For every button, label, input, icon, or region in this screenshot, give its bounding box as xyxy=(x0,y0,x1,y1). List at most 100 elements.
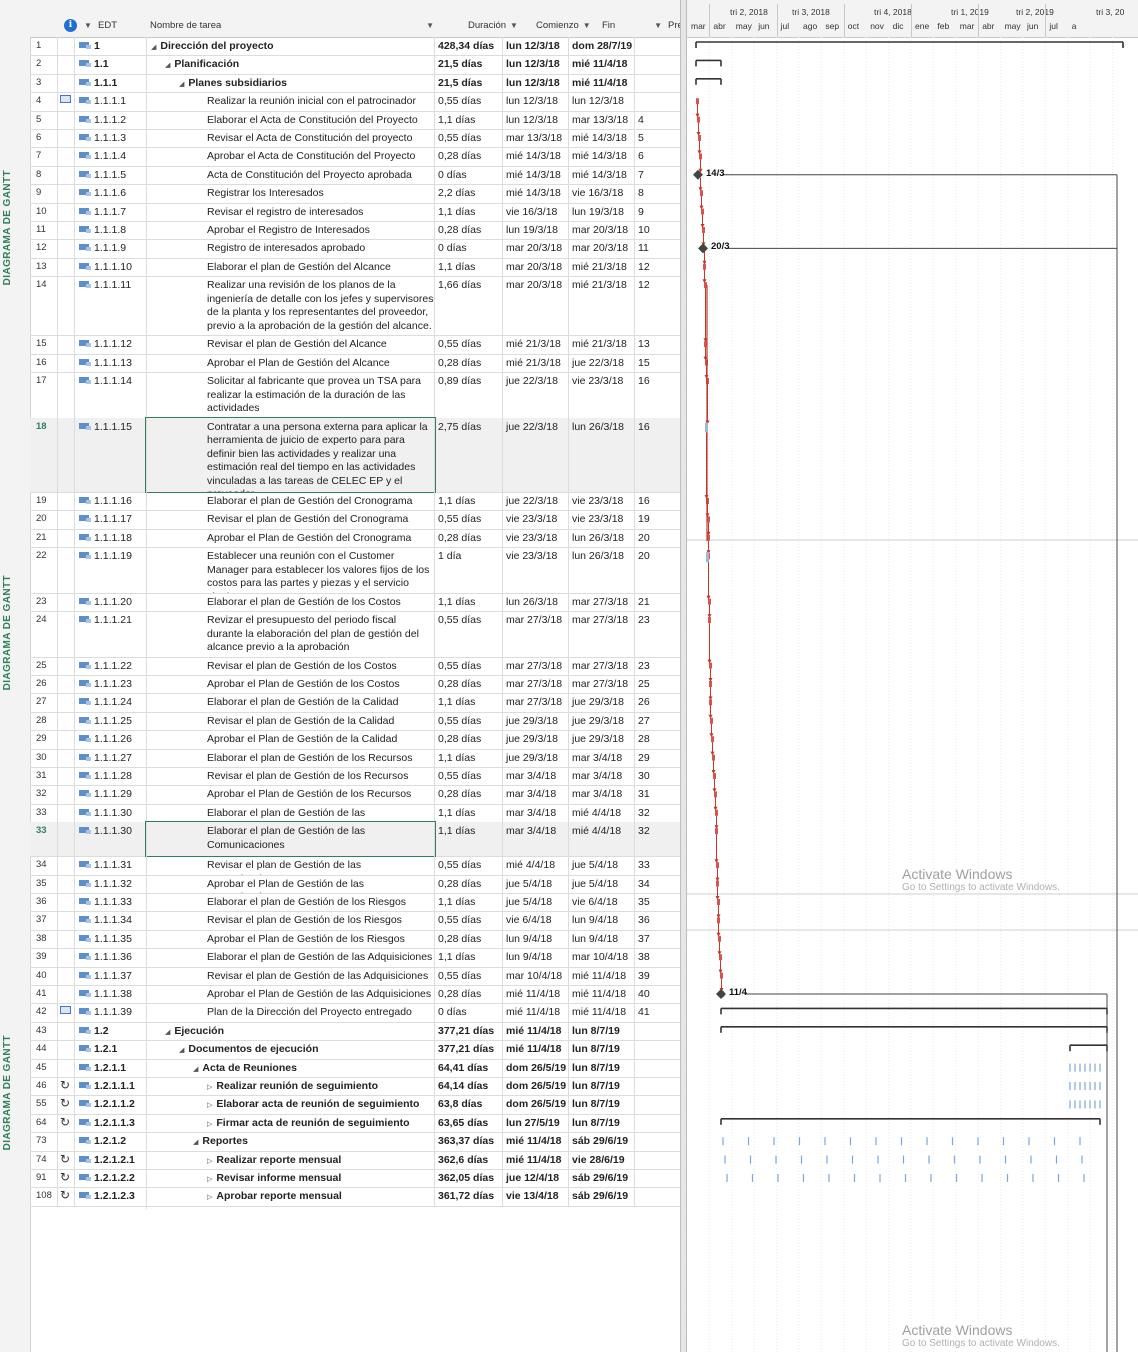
task-row[interactable]: 6 1.1.1.3 Revisar el Acta de Constitución … xyxy=(30,129,680,151)
row-id[interactable]: 44 xyxy=(30,1040,58,1059)
start-cell[interactable]: lun 19/3/18 xyxy=(503,221,569,240)
start-cell[interactable]: mié 11/4/18 xyxy=(503,1132,569,1151)
task-name-cell[interactable]: ▷ Elaborar acta de reunión de seguimiento xyxy=(146,1095,435,1114)
predecessors-cell[interactable]: 6 xyxy=(635,147,680,165)
duration-cell[interactable]: 64,14 días xyxy=(435,1077,503,1096)
duration-cell[interactable]: 21,5 días xyxy=(435,55,503,74)
start-cell[interactable]: mié 14/3/18 xyxy=(503,147,569,166)
task-row[interactable]: 2 1.1 ◢ Planificación 21,5 días lun 12/3/18 mi… xyxy=(30,55,680,77)
row-id[interactable]: 12 xyxy=(30,239,58,258)
row-id[interactable]: 45 xyxy=(30,1058,58,1077)
duration-cell[interactable]: 0,28 días xyxy=(435,528,503,548)
finish-cell[interactable]: lun 9/4/18 xyxy=(569,911,635,930)
start-cell[interactable]: jue 5/4/18 xyxy=(503,893,569,912)
task-row[interactable]: 16 1.1.1.13 Aprobar el Plan de Gestión del… xyxy=(30,353,680,375)
duration-cell[interactable]: 377,21 días xyxy=(435,1040,503,1059)
predecessors-cell[interactable]: 41 xyxy=(635,1003,680,1021)
predecessors-cell[interactable]: 12 xyxy=(635,276,680,335)
task-name-cell[interactable]: ◢ Documentos de ejecución xyxy=(146,1040,435,1059)
row-id[interactable]: 14 xyxy=(30,276,58,336)
start-cell[interactable]: mié 14/3/18 xyxy=(503,184,569,203)
duration-cell[interactable]: 21,5 días xyxy=(435,73,503,93)
start-cell[interactable]: vie 23/3/18 xyxy=(503,547,569,593)
predecessors-cell[interactable]: 4 xyxy=(635,111,680,129)
predecessors-cell[interactable]: 31 xyxy=(635,785,680,803)
finish-cell[interactable]: lun 26/3/18 xyxy=(569,417,635,492)
start-cell[interactable]: lun 26/3/18 xyxy=(503,592,569,612)
task-name-cell[interactable]: Aprobar el Registro de Interesados xyxy=(146,221,435,240)
row-id[interactable]: 30 xyxy=(30,748,58,767)
predecessors-cell[interactable]: 36 xyxy=(635,911,680,929)
edt-cell[interactable]: 1.1.1.21 xyxy=(94,611,147,660)
predecessors-cell[interactable] xyxy=(635,1059,680,1077)
predecessors-cell[interactable]: 28 xyxy=(635,730,680,748)
duration-cell[interactable]: 1,1 días xyxy=(435,822,503,857)
task-row[interactable]: 33 1.1.1.30 Elaborar el plan de Gestión de… xyxy=(30,803,680,826)
finish-cell[interactable]: mié 21/3/18 xyxy=(569,276,635,336)
row-id[interactable]: 1 xyxy=(30,37,58,56)
task-row[interactable]: 18 1.1.1.15 Contratar a una persona extern… xyxy=(30,416,680,495)
task-row[interactable]: 22 1.1.1.19 Establecer una reunión con el … xyxy=(30,547,680,596)
task-name-cell[interactable]: ▷ Firmar acta de reunión de seguimiento xyxy=(146,1113,435,1133)
start-cell[interactable]: vie 13/4/18 xyxy=(503,1187,569,1206)
task-name-cell[interactable]: Aprobar el Plan de Gestión de las Comuni… xyxy=(146,874,435,893)
duration-cell[interactable]: 0,28 días xyxy=(435,929,503,949)
name-header[interactable]: Nombre de tarea ▼ xyxy=(150,14,434,36)
collapse-icon[interactable]: ◢ xyxy=(193,1139,198,1146)
task-name-cell[interactable]: Revisar el plan de Gestión del Cronogram… xyxy=(146,510,435,529)
task-row[interactable]: 42 1.1.1.39 Plan de la Dirección del Proye… xyxy=(30,1003,680,1025)
start-cell[interactable]: mar 20/3/18 xyxy=(503,276,569,336)
duration-cell[interactable]: 1,1 días xyxy=(435,803,503,823)
task-name-cell[interactable]: Registrar los Interesados xyxy=(146,184,435,203)
duration-cell[interactable]: 1,1 días xyxy=(435,492,503,511)
finish-cell[interactable]: mié 4/4/18 xyxy=(569,803,635,823)
duration-cell[interactable]: 1,66 días xyxy=(435,276,503,336)
duration-header[interactable]: Duración ▼ xyxy=(468,14,530,36)
row-id[interactable]: 15 xyxy=(30,335,58,354)
task-name-cell[interactable]: Aprobar el Plan de Gestión de las Adquis… xyxy=(146,985,435,1004)
row-id[interactable]: 22 xyxy=(30,547,58,593)
task-row[interactable]: 74 ↻ 1.2.1.2.1 ▷ Realizar reporte mensual 362… xyxy=(30,1150,680,1172)
duration-cell[interactable]: 361,72 días xyxy=(435,1187,503,1206)
task-row[interactable]: 23 1.1.1.20 Elaborar el plan de Gestión de… xyxy=(30,592,680,615)
duration-cell[interactable]: 0,28 días xyxy=(435,221,503,240)
duration-cell[interactable]: 1,1 días xyxy=(435,893,503,912)
finish-cell[interactable]: lun 26/3/18 xyxy=(569,547,635,593)
task-name-cell[interactable]: Realizar la reunión inicial con el patro… xyxy=(146,92,435,111)
finish-cell[interactable]: mar 27/3/18 xyxy=(569,611,635,657)
duration-cell[interactable]: 0,55 días xyxy=(435,129,503,148)
finish-cell[interactable]: mié 11/4/18 xyxy=(569,985,635,1004)
predecessors-cell[interactable] xyxy=(635,1169,680,1187)
predecessors-cell[interactable]: 35 xyxy=(635,893,680,911)
duration-cell[interactable]: 1,1 días xyxy=(435,257,503,277)
task-name-cell[interactable]: ▷ Realizar reunión de seguimiento xyxy=(146,1077,435,1096)
task-name-cell[interactable]: ▷ Realizar reporte mensual xyxy=(146,1150,435,1169)
predecessors-cell[interactable]: 29 xyxy=(635,749,680,767)
duration-cell[interactable]: 0 días xyxy=(435,165,503,185)
start-cell[interactable]: mar 10/4/18 xyxy=(503,966,569,985)
predecessors-cell[interactable]: 39 xyxy=(635,967,680,985)
start-cell[interactable]: dom 26/5/19 xyxy=(503,1077,569,1096)
predecessors-cell[interactable]: 26 xyxy=(635,693,680,711)
row-id[interactable]: 73 xyxy=(30,1132,58,1151)
finish-cell[interactable]: mié 21/3/18 xyxy=(569,335,635,354)
task-row[interactable]: 91 ↻ 1.2.1.2.2 ▷ Revisar informe mensual 362,… xyxy=(30,1169,680,1191)
task-row[interactable]: 10 1.1.1.7 Revisar el registro de interesa… xyxy=(30,202,680,224)
task-row[interactable]: 41 1.1.1.38 Aprobar el Plan de Gestión de … xyxy=(30,985,680,1007)
start-cell[interactable]: mar 3/4/18 xyxy=(503,803,569,823)
duration-cell[interactable]: 0,55 días xyxy=(435,711,503,731)
task-name-cell[interactable]: Elaborar el plan de Gestión de las Adqui… xyxy=(146,948,435,967)
start-cell[interactable]: jue 29/3/18 xyxy=(503,748,569,767)
task-name-cell[interactable]: Elaborar el plan de Gestión de las Comun… xyxy=(145,821,436,858)
row-id[interactable]: 64 xyxy=(30,1113,58,1133)
finish-cell[interactable]: mar 20/3/18 xyxy=(569,221,635,240)
predecessors-cell[interactable]: 34 xyxy=(635,875,680,893)
start-cell[interactable]: lun 12/3/18 xyxy=(503,55,569,74)
task-name-cell[interactable]: Elaborar el plan de Gestión de los Riesg… xyxy=(146,893,435,912)
task-row[interactable]: 37 1.1.1.34 Revisar el plan de Gestión de … xyxy=(30,911,680,933)
view-label[interactable]: DIAGRAMA DE GANTT xyxy=(2,1035,28,1150)
duration-cell[interactable]: 0,28 días xyxy=(435,874,503,893)
task-row[interactable]: 32 1.1.1.29 Aprobar el Plan de Gestión de … xyxy=(30,785,680,807)
finish-cell[interactable]: lun 8/7/19 xyxy=(569,1040,635,1059)
predecessors-cell[interactable]: 40 xyxy=(635,985,680,1003)
